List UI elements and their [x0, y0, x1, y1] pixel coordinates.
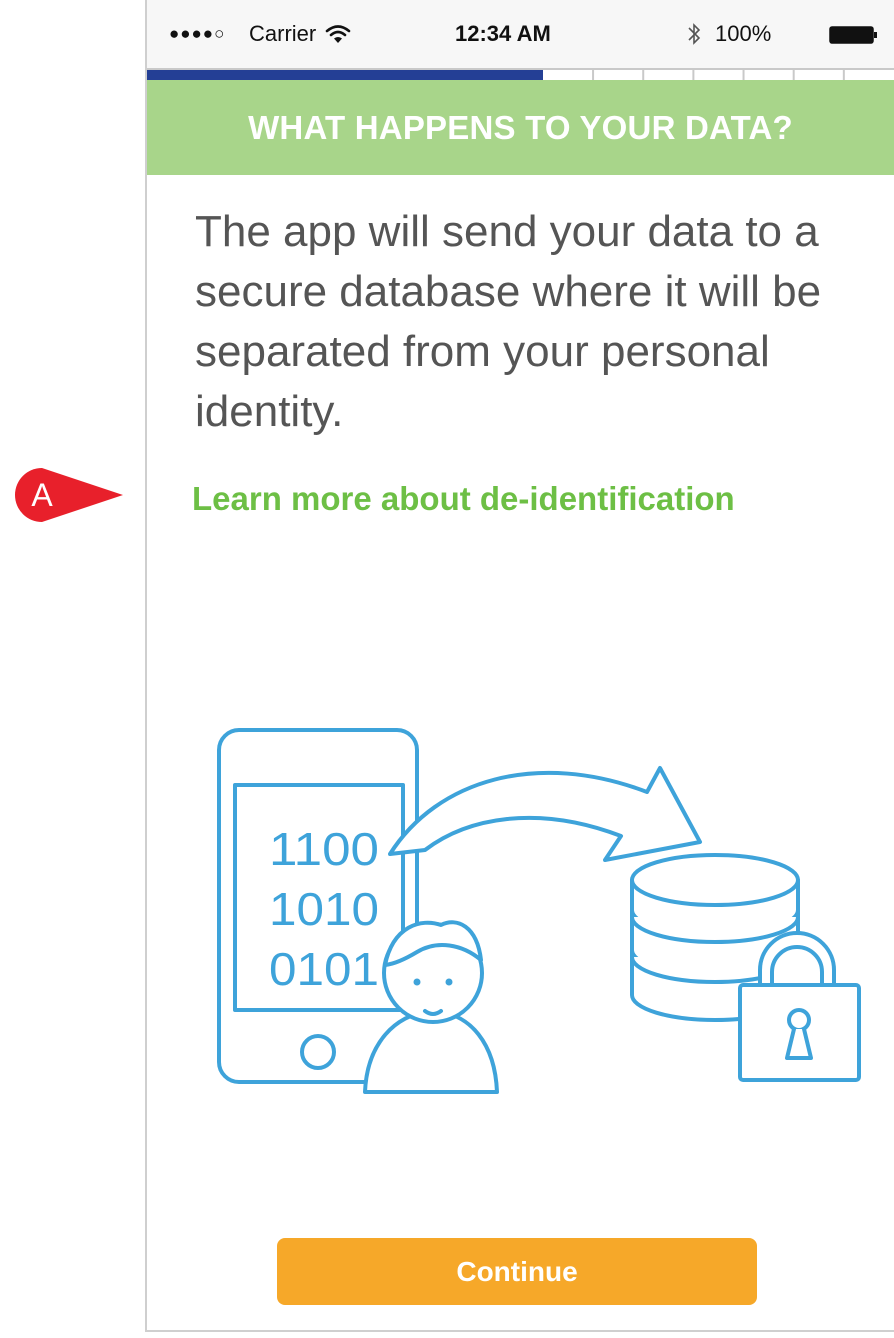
binary-line-3: 0101: [269, 943, 379, 995]
signal-strength: ●●●●○: [169, 24, 226, 43]
learn-more-link[interactable]: Learn more about de-identification: [192, 480, 735, 518]
progress-step-ticks: [592, 70, 845, 80]
binary-line-1: 1100: [269, 823, 379, 875]
binary-line-2: 1010: [269, 883, 379, 935]
annotation-marker: A: [15, 468, 125, 522]
continue-button[interactable]: Continue: [277, 1238, 757, 1305]
arrow-icon: [388, 766, 702, 862]
onboarding-progress-bar: [147, 70, 894, 80]
battery-icon: [829, 26, 879, 44]
clock-time: 12:34 AM: [455, 21, 551, 46]
phone-screen: ●●●●○ Carrier 12:34 AM 100% WHAT HAPPENS…: [145, 0, 894, 1332]
description-text: The app will send your data to a secure …: [195, 207, 822, 436]
section-header: WHAT HAPPENS TO YOUR DATA?: [147, 80, 894, 175]
data-flow-illustration: 1100 1010 0101: [207, 720, 867, 1120]
person-icon: [363, 920, 499, 1094]
page-title: WHAT HAPPENS TO YOUR DATA?: [248, 108, 793, 146]
battery-percent: 100%: [715, 21, 772, 46]
bluetooth-icon: [687, 22, 701, 46]
annotation-label: A: [31, 477, 53, 513]
status-bar: ●●●●○ Carrier 12:34 AM 100%: [147, 0, 894, 70]
wifi-icon: [325, 24, 351, 44]
carrier-name: Carrier: [249, 21, 317, 46]
